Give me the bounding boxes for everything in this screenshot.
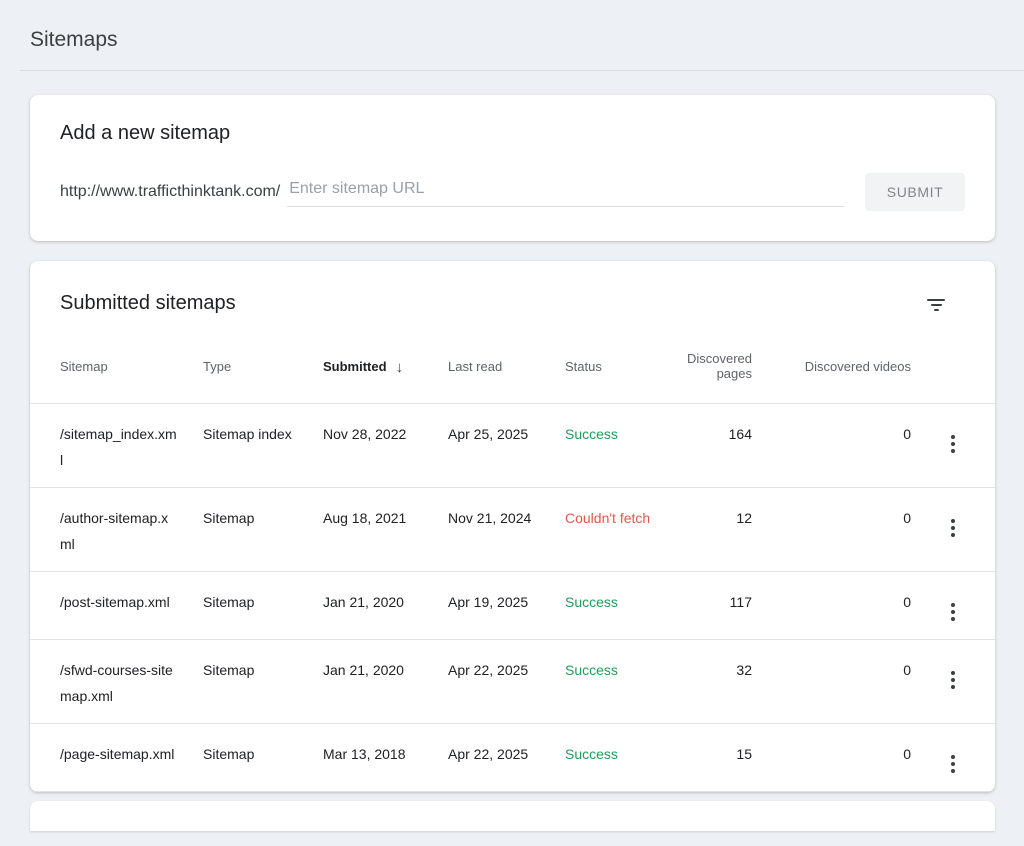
table-row[interactable]: /author-sitemap.xml Sitemap Aug 18, 2021… (30, 488, 995, 572)
table-row[interactable]: /page-sitemap.xml Sitemap Mar 13, 2018 A… (30, 724, 995, 792)
row-menu-icon[interactable] (943, 599, 963, 625)
site-url-prefix: http://www.trafficthinktank.com/ (60, 183, 280, 201)
status-badge: Success (565, 426, 618, 442)
status-badge: Success (565, 662, 618, 678)
column-header-discovered-videos[interactable]: Discovered videos (752, 317, 911, 404)
column-header-actions (911, 317, 995, 404)
submit-button[interactable]: SUBMIT (865, 173, 965, 211)
row-menu-icon[interactable] (943, 667, 963, 693)
add-sitemap-card: Add a new sitemap http://www.trafficthin… (30, 95, 995, 241)
status-badge: Success (565, 746, 618, 762)
sitemap-type: Sitemap (203, 724, 323, 792)
page-divider (20, 70, 1024, 71)
last-read-date: Nov 21, 2024 (448, 488, 565, 572)
filter-icon[interactable] (921, 293, 951, 317)
discovered-videos-count: 0 (752, 640, 911, 724)
sort-descending-icon: ↓ (396, 359, 404, 376)
sitemap-type: Sitemap (203, 488, 323, 572)
page-title: Sitemaps (0, 0, 1024, 54)
column-header-status[interactable]: Status (565, 317, 653, 404)
table-row[interactable]: /sitemap_index.xml Sitemap index Nov 28,… (30, 404, 995, 488)
last-read-date: Apr 25, 2025 (448, 404, 565, 488)
sitemap-type: Sitemap (203, 572, 323, 640)
last-read-date: Apr 22, 2025 (448, 640, 565, 724)
sitemap-type: Sitemap index (203, 404, 323, 488)
submitted-date: Jan 21, 2020 (323, 572, 448, 640)
discovered-pages-count: 32 (653, 640, 752, 724)
discovered-pages-count: 164 (653, 404, 752, 488)
last-read-date: Apr 22, 2025 (448, 724, 565, 792)
discovered-pages-count: 15 (653, 724, 752, 792)
submitted-sitemaps-header: Submitted sitemaps (30, 261, 995, 317)
sitemap-path-link[interactable]: /sitemap_index.xml (60, 426, 177, 468)
row-menu-icon[interactable] (943, 751, 963, 777)
status-badge: Success (565, 594, 618, 610)
submitted-date: Nov 28, 2022 (323, 404, 448, 488)
last-read-date: Apr 19, 2025 (448, 572, 565, 640)
column-header-discovered-pages[interactable]: Discovered pages (653, 317, 752, 404)
discovered-videos-count: 0 (752, 572, 911, 640)
row-menu-icon[interactable] (943, 431, 963, 457)
column-header-last-read[interactable]: Last read (448, 317, 565, 404)
column-header-type[interactable]: Type (203, 317, 323, 404)
discovered-videos-count: 0 (752, 724, 911, 792)
discovered-pages-count: 117 (653, 572, 752, 640)
sitemaps-table: Sitemap Type Submitted↓ Last read Status… (30, 317, 995, 792)
sitemap-path-link[interactable]: /post-sitemap.xml (60, 594, 170, 610)
discovered-pages-count: 12 (653, 488, 752, 572)
column-header-sitemap[interactable]: Sitemap (30, 317, 203, 404)
table-row[interactable]: /sfwd-courses-sitemap.xml Sitemap Jan 21… (30, 640, 995, 724)
sitemap-path-link[interactable]: /sfwd-courses-sitemap.xml (60, 662, 173, 704)
add-sitemap-input-row: http://www.trafficthinktank.com/ SUBMIT (30, 173, 995, 211)
submitted-sitemaps-card: Submitted sitemaps Sitemap Type Submitte… (30, 261, 995, 792)
sitemap-type: Sitemap (203, 640, 323, 724)
discovered-videos-count: 0 (752, 488, 911, 572)
sitemap-path-link[interactable]: /page-sitemap.xml (60, 746, 174, 762)
submitted-sitemaps-heading: Submitted sitemaps (60, 291, 236, 315)
next-card-clipped (30, 801, 995, 831)
discovered-videos-count: 0 (752, 404, 911, 488)
add-sitemap-heading: Add a new sitemap (30, 121, 995, 145)
status-badge: Couldn't fetch (565, 510, 650, 526)
table-row[interactable]: /post-sitemap.xml Sitemap Jan 21, 2020 A… (30, 572, 995, 640)
sitemap-url-input[interactable] (287, 178, 844, 207)
sitemap-path-link[interactable]: /author-sitemap.xml (60, 510, 168, 552)
submitted-date: Mar 13, 2018 (323, 724, 448, 792)
column-header-submitted[interactable]: Submitted↓ (323, 317, 448, 404)
submitted-date: Aug 18, 2021 (323, 488, 448, 572)
row-menu-icon[interactable] (943, 515, 963, 541)
table-header-row: Sitemap Type Submitted↓ Last read Status… (30, 317, 995, 404)
submitted-date: Jan 21, 2020 (323, 640, 448, 724)
